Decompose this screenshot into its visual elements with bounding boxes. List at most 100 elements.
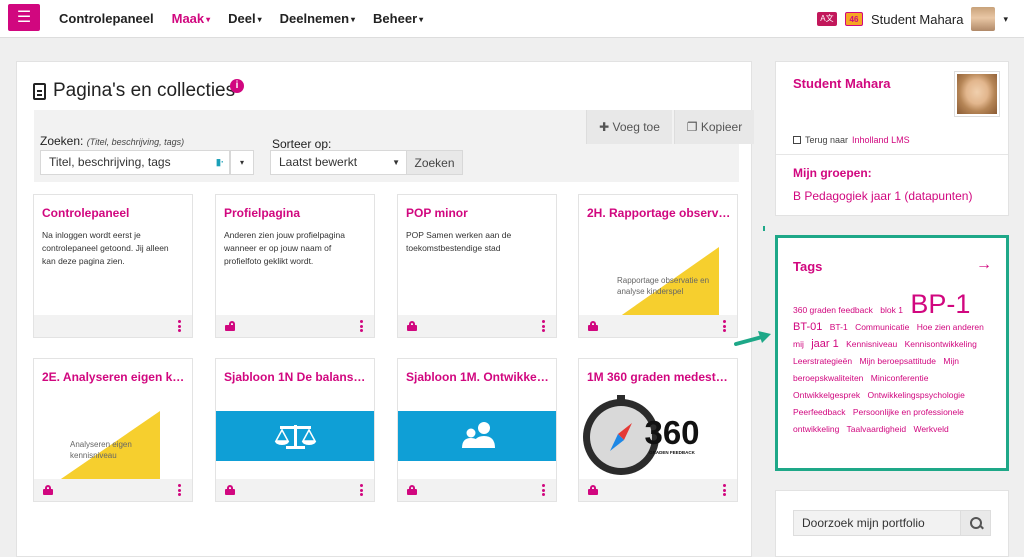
card-controlepaneel[interactable]: Controlepaneel Na inloggen wordt eerst j…	[33, 194, 193, 338]
tag-link[interactable]: Leerstrategieën	[793, 356, 852, 366]
tag-link[interactable]: Miniconferentie	[871, 373, 929, 383]
more-options-icon[interactable]	[542, 484, 546, 496]
user-name[interactable]: Student Mahara	[871, 12, 964, 27]
sort-select[interactable]: Laatst bewerkt ▼	[270, 150, 407, 175]
card-analyseren-kennisniveau[interactable]: 2E. Analyseren eigen ke... Analyseren ei…	[33, 358, 193, 502]
tag-link[interactable]: 360 graden feedback	[793, 305, 873, 315]
portfolio-search-input[interactable]: Doorzoek mijn portfolio	[793, 510, 991, 536]
card-sjabloon-1m[interactable]: Sjabloon 1M. Ontwikkel...	[397, 358, 557, 502]
chevron-down-icon[interactable]: ▾	[1003, 14, 1008, 25]
card-footer	[398, 479, 556, 501]
back-link[interactable]: Terug naar Inholland LMS	[793, 135, 910, 145]
notification-icon[interactable]: 46	[844, 12, 863, 26]
top-navigation-bar: ☰ Controlepaneel Maak ▾ Deel ▾ Deelnemen ▾ …	[0, 0, 1024, 38]
card-footer	[34, 479, 192, 501]
thumbnail-text: Rapportage observatie en analyse kinders…	[617, 276, 710, 296]
lock-icon	[407, 485, 417, 495]
card-thumbnail	[398, 411, 556, 461]
nav-item-maak[interactable]: Maak ▾	[172, 11, 211, 26]
tag-link[interactable]: Kennisontwikkeling	[905, 339, 977, 349]
yellow-triangle-graphic	[58, 411, 160, 481]
tag-link[interactable]: blok 1	[880, 305, 903, 315]
profile-name[interactable]: Student Mahara	[793, 76, 891, 91]
card-title[interactable]: POP minor	[406, 206, 550, 220]
password-manager-icon[interactable]: ▮·	[216, 155, 224, 169]
nav-item-deel[interactable]: Deel ▾	[228, 11, 261, 26]
card-sjabloon-1n[interactable]: Sjabloon 1N De balans o...	[215, 358, 375, 502]
card-footer	[398, 315, 556, 337]
lock-icon	[225, 485, 235, 495]
card-title[interactable]: 2H. Rapportage observa...	[587, 206, 731, 220]
divider	[776, 154, 1008, 155]
tag-link[interactable]: Communicatie	[855, 322, 909, 332]
thumbnail-text: Analyseren eigen kennisniveau	[70, 440, 132, 460]
page-title: Pagina's en collecties	[33, 80, 235, 102]
chevron-down-icon: ▾	[206, 15, 211, 25]
nav-item-deelnemen[interactable]: Deelnemen ▾	[280, 11, 355, 26]
thumbnail-number: 360	[644, 414, 699, 451]
tag-link[interactable]: Mijn beroepsattitude	[859, 356, 936, 366]
card-title[interactable]: Profielpagina	[224, 206, 368, 220]
info-icon[interactable]: i	[230, 79, 244, 93]
search-button[interactable]: Zoeken	[406, 150, 463, 175]
tag-link[interactable]: Peerfeedback	[793, 407, 845, 417]
copy-button[interactable]: ❐ Kopieer	[674, 110, 754, 144]
more-options-icon[interactable]	[723, 320, 727, 332]
add-button[interactable]: ✚ Voeg toe	[586, 110, 672, 144]
card-footer	[34, 315, 192, 337]
card-thumbnail: Analyseren eigen kennisniveau	[34, 393, 192, 481]
more-options-icon[interactable]	[360, 484, 364, 496]
sort-label: Sorteer op:	[272, 137, 332, 151]
cursor-mark	[763, 226, 765, 231]
more-options-icon[interactable]	[542, 320, 546, 332]
more-options-icon[interactable]	[360, 320, 364, 332]
chevron-down-icon: ▾	[257, 15, 262, 25]
compass-360-graphic: 360 GRADEN FEEDBACK	[583, 395, 700, 475]
card-title[interactable]: Sjabloon 1N De balans o...	[224, 370, 368, 384]
tag-link[interactable]: BT-01	[793, 321, 822, 333]
language-icon[interactable]: A文	[816, 12, 837, 26]
filter-bar: ✚ Voeg toe ❐ Kopieer Zoeken: (Titel, bes…	[34, 110, 754, 182]
profile-photo[interactable]	[954, 71, 1000, 117]
tag-link[interactable]: Werkveld	[913, 424, 948, 434]
card-title[interactable]: 2E. Analyseren eigen ke...	[42, 370, 186, 384]
tag-link[interactable]: Taalvaardigheid	[847, 424, 907, 434]
groups-title: Mijn groepen:	[793, 166, 872, 180]
more-options-icon[interactable]	[178, 484, 182, 496]
card-title[interactable]: 1M 360 graden medestu...	[587, 370, 731, 384]
card-footer	[579, 479, 737, 501]
tag-link[interactable]: Ontwikkelgesprek	[793, 390, 860, 400]
back-link-target[interactable]: Inholland LMS	[852, 135, 910, 145]
avatar[interactable]	[971, 7, 996, 31]
card-rapportage-observatie[interactable]: 2H. Rapportage observa... Rapportage obs…	[578, 194, 738, 338]
lock-icon	[588, 485, 598, 495]
search-input[interactable]: Titel, beschrijving, tags	[40, 150, 230, 175]
lock-icon	[588, 321, 598, 331]
arrow-right-icon[interactable]: →	[976, 256, 992, 274]
card-360-graden[interactable]: 1M 360 graden medestu... 360 GRADEN FEED…	[578, 358, 738, 502]
card-pop-minor[interactable]: POP minor POP Samen werken aan de toekom…	[397, 194, 557, 338]
nav-item-controlepaneel[interactable]: Controlepaneel	[59, 11, 154, 26]
external-link-icon	[793, 136, 801, 144]
card-thumbnail	[216, 411, 374, 461]
more-options-icon[interactable]	[723, 484, 727, 496]
tag-link[interactable]: BT-1	[830, 322, 848, 332]
hamburger-menu-button[interactable]: ☰	[8, 4, 40, 31]
card-description: Na inloggen wordt eerst je controlepanee…	[42, 230, 169, 266]
tag-link[interactable]: BP-1	[910, 289, 970, 319]
nav-item-beheer[interactable]: Beheer ▾	[373, 11, 423, 26]
card-profielpagina[interactable]: Profielpagina Anderen zien jouw profielp…	[215, 194, 375, 338]
tag-link[interactable]: jaar 1	[811, 338, 839, 350]
more-options-icon[interactable]	[178, 320, 182, 332]
search-label: Zoeken: (Titel, beschrijving, tags)	[40, 134, 185, 148]
group-link[interactable]: B Pedagogiek jaar 1 (datapunten)	[793, 189, 972, 203]
card-footer	[216, 315, 374, 337]
card-title[interactable]: Sjabloon 1M. Ontwikkel...	[406, 370, 550, 384]
search-icon[interactable]	[960, 511, 990, 535]
tag-link[interactable]: Kennisniveau	[846, 339, 897, 349]
card-title[interactable]: Controlepaneel	[42, 206, 186, 220]
tag-link[interactable]: Ontwikkelingspsychologie	[867, 390, 964, 400]
unlock-icon	[225, 321, 235, 331]
search-type-select[interactable]: ▾	[230, 150, 254, 175]
user-area: A文 46 Student Mahara ▾	[816, 7, 1008, 31]
